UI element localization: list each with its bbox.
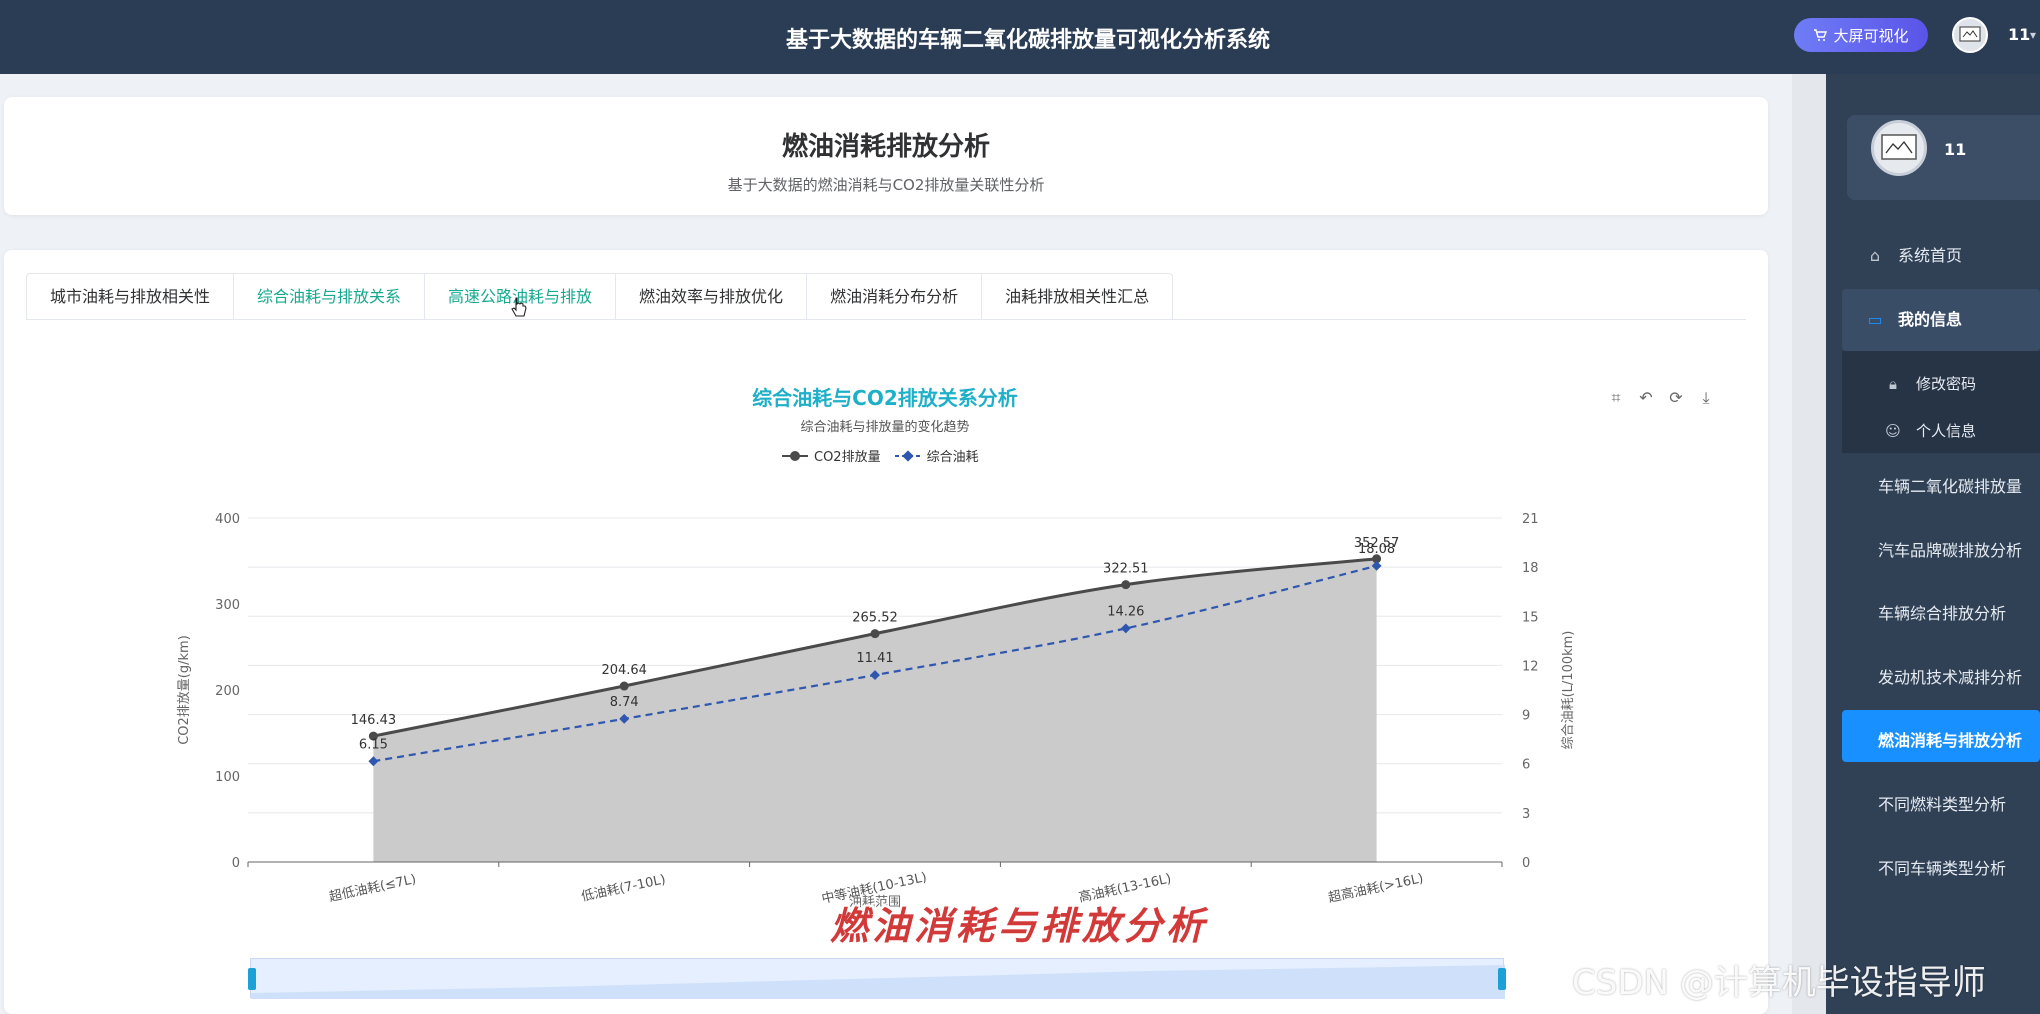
sidebar-item-label: 个人信息 [1916,422,1977,440]
header-username[interactable]: 11 [2008,25,2030,44]
cart-icon [1814,29,1828,41]
sidebar-item-vehicle-co2[interactable]: 车辆二氧化碳排放量 [1878,473,2022,497]
x-tick-label: 超高油耗(>16L) [1327,870,1425,906]
fuel-data-label: 8.74 [610,695,639,710]
y-axis-title: CO2排放量(g/km) [177,635,192,745]
co2-point [619,681,629,691]
fuel-data-label: 11.41 [856,651,893,666]
sidebar-item-brand-emission[interactable]: 汽车品牌碳排放分析 [1878,537,2022,561]
sidebar-item-change-password[interactable]: 🔒︎ 修改密码 [1884,373,1976,394]
y-tick-label: 300 [215,598,240,613]
sidebar-item-home[interactable]: ⌂ 系统首页 [1866,242,1962,266]
content-scroll-track[interactable] [1792,74,1826,1014]
y2-tick-label: 9 [1522,709,1530,724]
sidebar-username: 11 [1944,140,1967,159]
y2-tick-label: 18 [1522,561,1539,576]
sidebar-item-engine-tech[interactable]: 发动机技术减排分析 [1878,664,2022,688]
sidebar-avatar [1871,120,1927,176]
sidebar-item-my-info[interactable]: ▭ 我的信息 [1866,306,1962,330]
zoom-handle-right[interactable] [1498,968,1506,990]
y-tick-label: 400 [215,512,240,527]
chevron-down-icon[interactable]: ▾ [2030,28,2036,42]
fuel-data-label: 6.15 [359,737,388,752]
video-caption: 燃油消耗与排放分析 [830,903,1209,948]
sidebar-item-fuel-type[interactable]: 不同燃料类型分析 [1878,791,2006,815]
sidebar-item-fuel-emission[interactable]: 燃油消耗与排放分析 [1878,727,2022,751]
co2-data-label: 146.43 [351,713,397,728]
y-tick-label: 200 [215,684,240,699]
sidebar-item-combined-emission[interactable]: 车辆综合排放分析 [1878,600,2006,624]
fuel-co2-chart: 0 3 6 9 12 15 18 21 0 100 200 300 400 146.43 204.64 265… [177,512,1576,910]
y-tick-label: 100 [215,770,240,785]
x-tick-label: 超低油耗(≤7L) [328,872,418,905]
lock-icon: 🔒︎ [1889,375,1897,393]
y2-tick-label: 3 [1522,807,1530,822]
y-tick-label: 0 [232,856,240,871]
sidebar-item-label: 我的信息 [1898,310,1963,329]
y2-tick-label: 21 [1522,512,1539,527]
y2-tick-label: 15 [1522,610,1539,625]
info-icon: ▭ [1867,310,1883,329]
y2-axis-title: 综合油耗(L/100km) [1561,631,1576,750]
fuel-data-label: 18.08 [1358,542,1395,557]
data-zoom-slider[interactable] [250,958,1505,999]
fuel-data-label: 14.26 [1107,604,1144,619]
sidebar-item-vehicle-type[interactable]: 不同车辆类型分析 [1878,855,2006,879]
user-icon: ☺ [1885,422,1901,440]
y2-tick-label: 6 [1522,758,1530,773]
sidebar-item-label: 系统首页 [1898,246,1963,265]
co2-data-label: 204.64 [601,663,647,678]
y2-tick-label: 0 [1522,856,1530,871]
co2-data-label: 265.52 [852,611,898,626]
header-avatar[interactable] [1952,17,1988,53]
y2-tick-label: 12 [1522,659,1539,674]
bigscreen-button[interactable]: 大屏可视化 [1794,18,1928,52]
co2-point [870,629,880,639]
sidebar-item-label: 修改密码 [1916,375,1977,393]
bigscreen-label: 大屏可视化 [1833,26,1909,45]
co2-point [1121,580,1131,590]
sidebar-item-personal-info[interactable]: ☺ 个人信息 [1884,420,1976,441]
zoom-handle-left[interactable] [248,968,256,990]
co2-data-label: 322.51 [1103,562,1149,577]
csdn-watermark: CSDN @计算机毕设指导师 [1572,963,1986,1003]
x-tick-label: 低油耗(7-10L) [580,872,667,905]
home-icon: ⌂ [1869,246,1881,265]
